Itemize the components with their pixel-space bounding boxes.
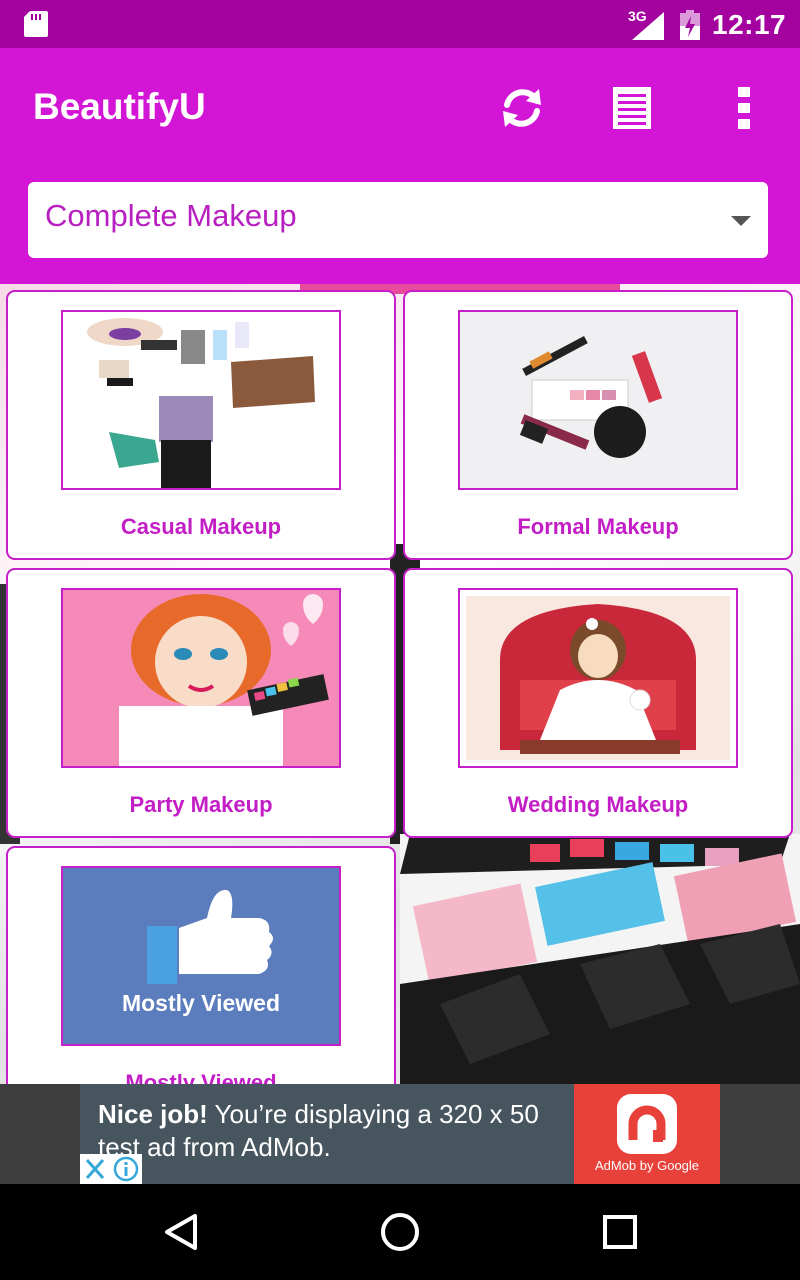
sd-card-icon bbox=[24, 11, 48, 37]
battery-icon bbox=[680, 10, 700, 40]
back-button[interactable] bbox=[157, 1208, 205, 1256]
list-button[interactable] bbox=[604, 80, 660, 136]
admob-logo: AdMob by Google bbox=[574, 1084, 720, 1184]
mostly-viewed-image: Mostly Viewed bbox=[61, 866, 341, 1046]
admob-icon bbox=[617, 1094, 677, 1154]
category-card-casual[interactable]: Casual Makeup bbox=[6, 290, 396, 560]
refresh-button[interactable] bbox=[494, 80, 550, 136]
list-icon bbox=[613, 87, 651, 129]
info-icon[interactable] bbox=[113, 1156, 139, 1182]
category-grid[interactable]: Casual Makeup Formal Makeup Party Makeup… bbox=[0, 284, 800, 1084]
wedding-makeup-image bbox=[458, 588, 738, 768]
recent-apps-icon bbox=[603, 1215, 637, 1249]
overflow-menu-button[interactable] bbox=[716, 80, 772, 136]
chevron-down-icon bbox=[731, 216, 751, 226]
home-icon bbox=[381, 1213, 419, 1251]
app-bar: BeautifyU Complete Makeup bbox=[0, 48, 800, 284]
home-button[interactable] bbox=[376, 1208, 424, 1256]
party-makeup-image bbox=[61, 588, 341, 768]
mostly-viewed-caption: Mostly Viewed bbox=[121, 990, 281, 1016]
ad-text: Nice job! You’re displaying a 320 x 50 t… bbox=[98, 1098, 568, 1164]
recent-apps-button[interactable] bbox=[596, 1208, 644, 1256]
category-card-label: Formal Makeup bbox=[517, 514, 679, 539]
back-icon bbox=[165, 1214, 197, 1250]
close-icon[interactable] bbox=[82, 1157, 108, 1181]
category-card-label: Mostly Viewed bbox=[125, 1070, 277, 1084]
ad-choices[interactable] bbox=[80, 1154, 142, 1184]
category-card-label: Casual Makeup bbox=[120, 514, 282, 539]
category-dropdown-value: Complete Makeup bbox=[45, 198, 297, 233]
category-dropdown[interactable]: Complete Makeup bbox=[28, 182, 768, 258]
signal-icon bbox=[632, 12, 664, 40]
category-card-wedding[interactable]: Wedding Makeup bbox=[403, 568, 793, 838]
ad-content[interactable]: Nice job! You’re displaying a 320 x 50 t… bbox=[80, 1084, 720, 1184]
category-card-label: Wedding Makeup bbox=[507, 792, 689, 817]
status-bar: 3G 12:17 bbox=[0, 0, 800, 48]
clock: 12:17 bbox=[712, 9, 787, 40]
category-card-formal[interactable]: Formal Makeup bbox=[403, 290, 793, 560]
app-title: BeautifyU bbox=[33, 86, 206, 127]
ad-banner[interactable]: Nice job! You’re displaying a 320 x 50 t… bbox=[0, 1084, 800, 1184]
category-card-party[interactable]: Party Makeup bbox=[6, 568, 396, 838]
ad-headline: Nice job! bbox=[98, 1099, 208, 1129]
category-card-mostly-viewed[interactable]: Mostly Viewed Mostly Viewed bbox=[6, 846, 396, 1084]
admob-brand-label: AdMob by Google bbox=[594, 1158, 700, 1173]
casual-makeup-image bbox=[61, 310, 341, 490]
more-vert-icon bbox=[738, 87, 750, 129]
formal-makeup-image bbox=[458, 310, 738, 490]
navigation-bar bbox=[0, 1184, 800, 1280]
category-card-label: Party Makeup bbox=[129, 792, 273, 817]
refresh-icon bbox=[503, 89, 541, 127]
